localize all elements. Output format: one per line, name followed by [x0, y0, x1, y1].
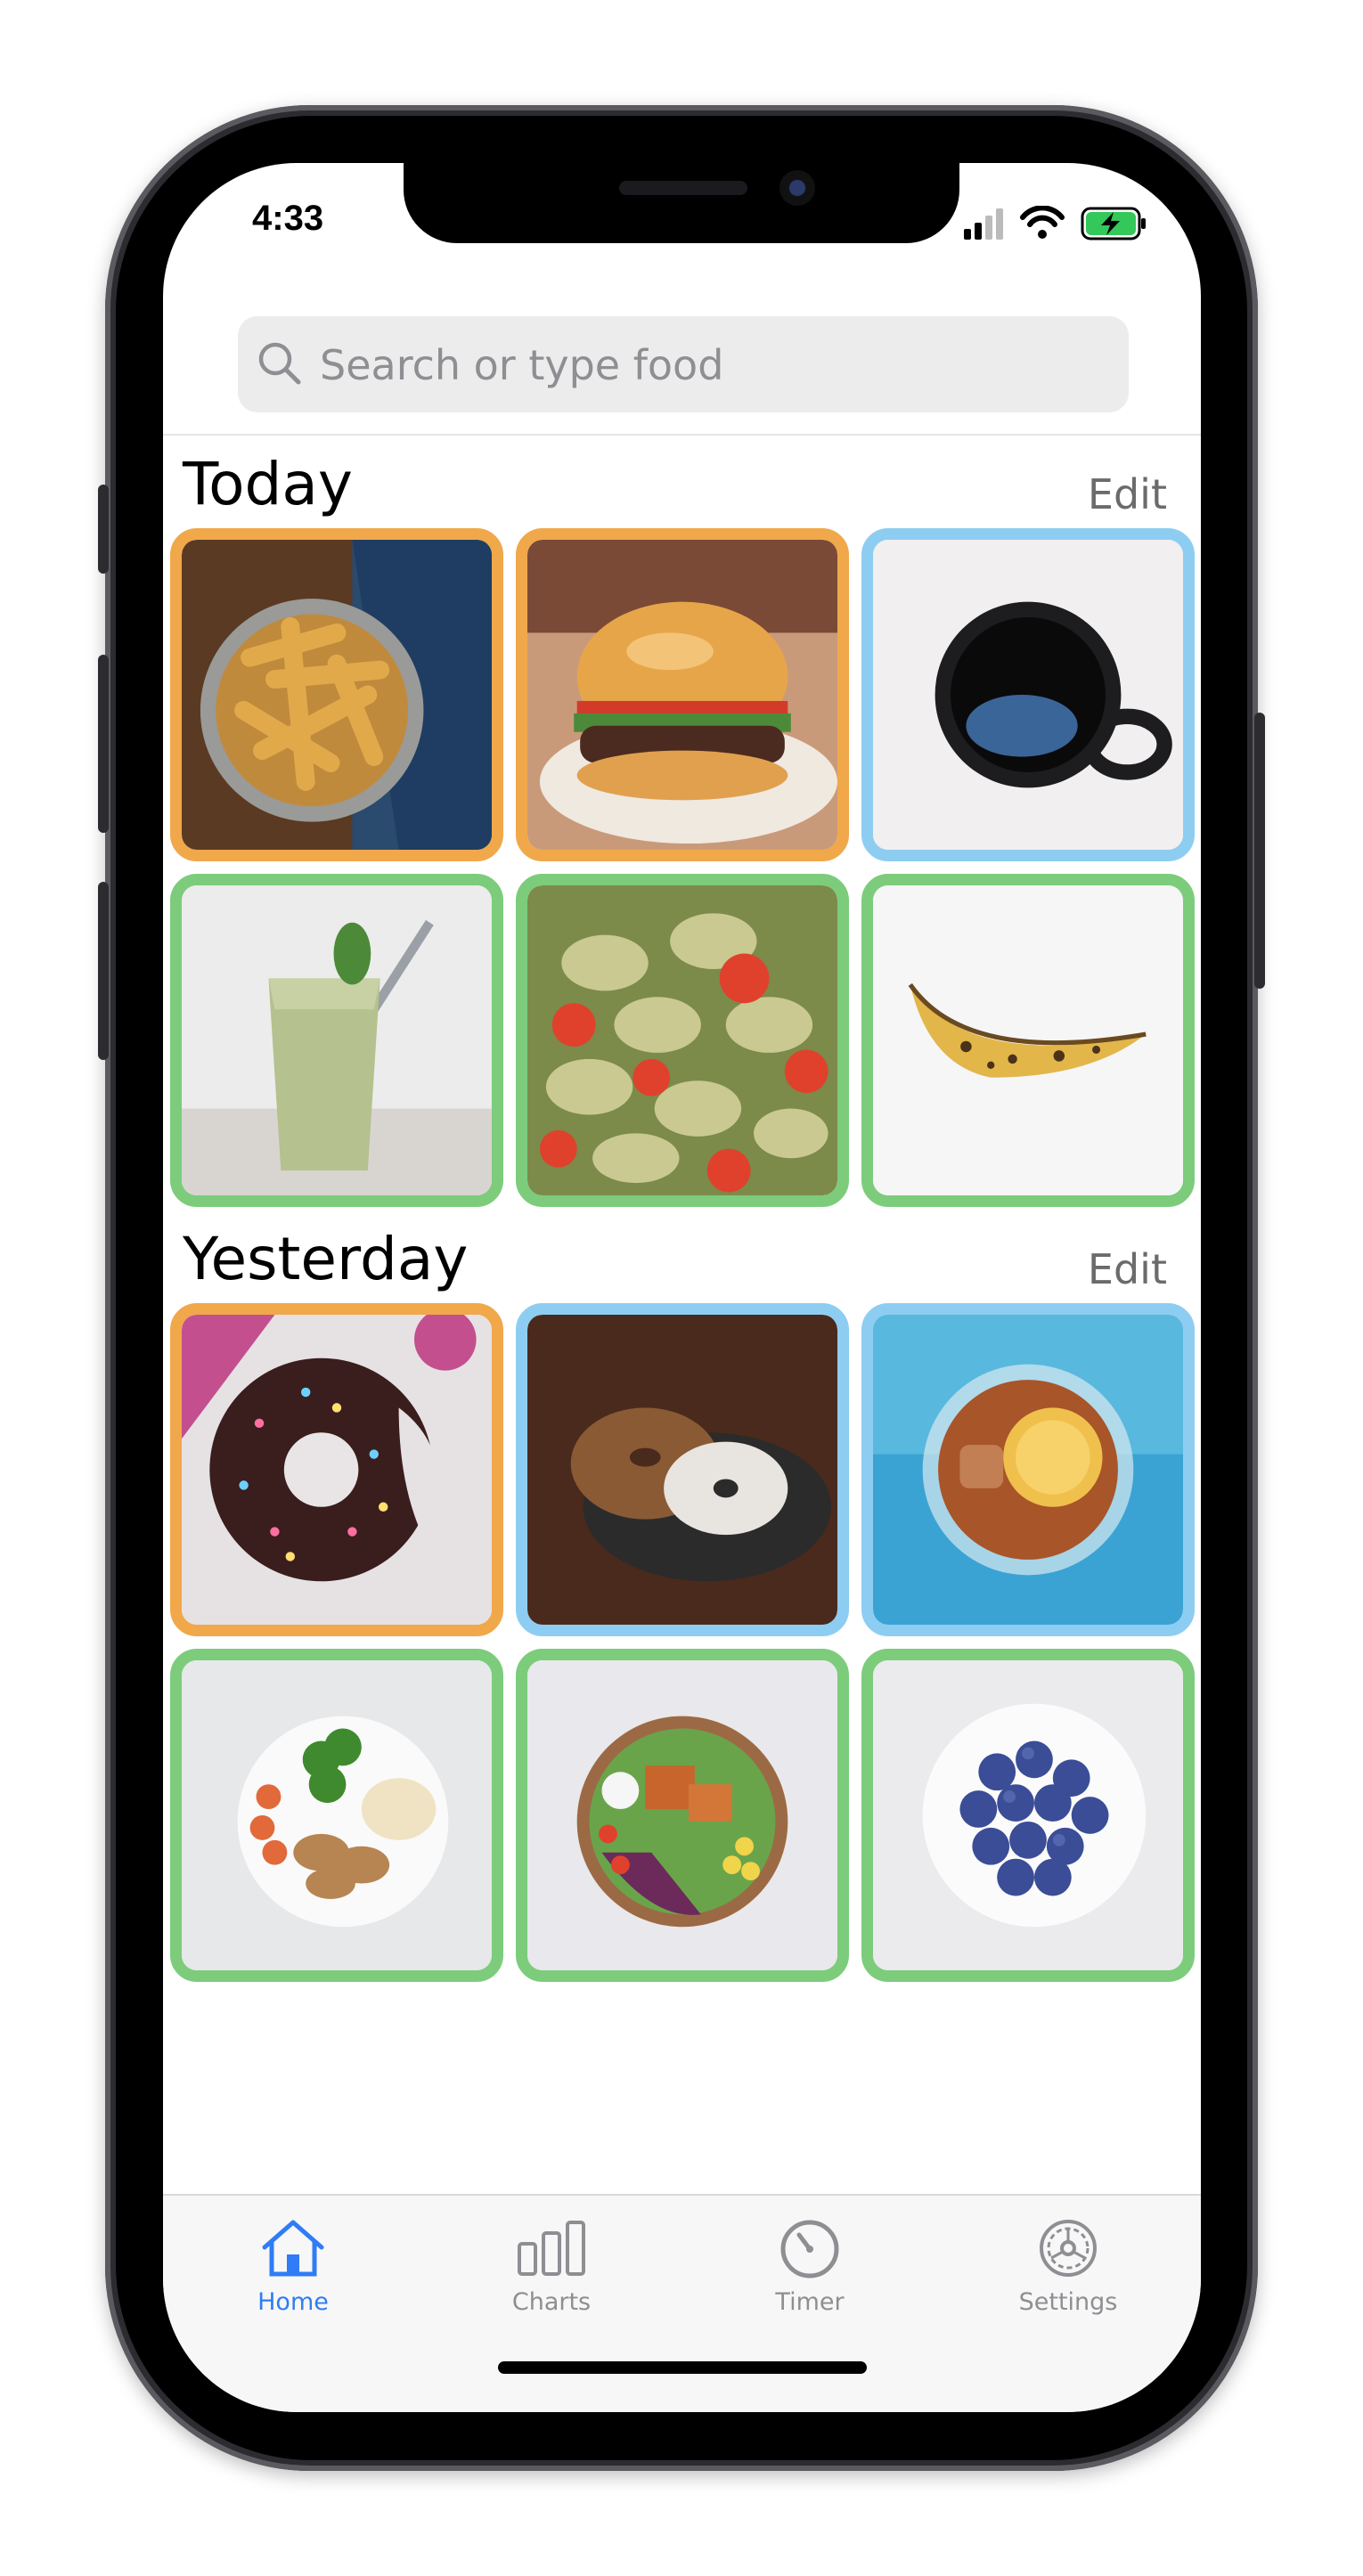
cellular-signal-icon	[964, 208, 1003, 240]
food-tile[interactable]	[170, 1649, 503, 1982]
status-icons	[964, 206, 1146, 240]
iced-tea-photo	[873, 1315, 1183, 1625]
settings-icon	[1040, 2220, 1097, 2277]
burger-photo	[527, 540, 837, 850]
salad-bowl-photo	[527, 1660, 837, 1970]
tab-home-label: Home	[257, 2288, 329, 2316]
volume-down-button	[98, 882, 109, 1060]
section-title-yesterday: Yesterday	[183, 1225, 469, 1293]
search-icon	[258, 342, 301, 385]
banana-photo	[873, 885, 1183, 1195]
food-tile[interactable]	[170, 528, 503, 861]
search-input[interactable]: Search or type food	[320, 341, 723, 389]
tab-settings[interactable]: Settings	[979, 2217, 1157, 2316]
tab-charts[interactable]: Charts	[462, 2217, 641, 2316]
device-notch	[404, 163, 959, 243]
tab-charts-label: Charts	[511, 2288, 592, 2316]
home-icon	[262, 2220, 324, 2277]
charts-icon	[518, 2221, 585, 2276]
smoothie-photo	[182, 885, 492, 1195]
donut-photo	[182, 1315, 492, 1625]
yesterday-food-grid	[170, 1303, 1195, 1982]
home-indicator	[498, 2361, 867, 2374]
battery-charging-icon	[1081, 207, 1146, 240]
tab-bar: Home Charts Timer Settings	[163, 2194, 1201, 2412]
status-time: 4:33	[252, 199, 324, 238]
search-bar[interactable]: Search or type food	[238, 316, 1129, 412]
mute-switch	[98, 485, 109, 574]
chicken-plate-photo	[182, 1660, 492, 1970]
today-food-grid	[170, 528, 1195, 1207]
coffee-photo	[873, 540, 1183, 850]
food-tile[interactable]	[861, 1303, 1195, 1636]
food-tile[interactable]	[861, 528, 1195, 861]
food-tile[interactable]	[516, 874, 849, 1207]
app-screen: 4:33 Search or type food Today Edit Yest…	[163, 163, 1201, 2412]
wifi-icon	[1020, 206, 1065, 239]
earpiece-speaker	[619, 181, 747, 195]
edit-today-button[interactable]: Edit	[1088, 470, 1167, 518]
food-tile[interactable]	[170, 874, 503, 1207]
food-tile[interactable]	[516, 1649, 849, 1982]
header-divider	[163, 434, 1201, 436]
tab-timer-label: Timer	[775, 2288, 845, 2316]
fries-photo	[182, 540, 492, 850]
food-tile[interactable]	[170, 1303, 503, 1636]
section-title-today: Today	[183, 450, 353, 518]
power-button	[1254, 713, 1265, 989]
tab-home[interactable]: Home	[204, 2217, 382, 2316]
food-tile[interactable]	[516, 1303, 849, 1636]
food-tile[interactable]	[516, 528, 849, 861]
blueberries-photo	[873, 1660, 1183, 1970]
tab-settings-label: Settings	[1018, 2288, 1118, 2316]
food-tile[interactable]	[861, 874, 1195, 1207]
timer-icon	[780, 2220, 839, 2278]
tab-timer[interactable]: Timer	[721, 2217, 899, 2316]
food-tile[interactable]	[861, 1649, 1195, 1982]
pasta-photo	[527, 885, 837, 1195]
volume-up-button	[98, 655, 109, 833]
bagel-photo	[527, 1315, 837, 1625]
edit-yesterday-button[interactable]: Edit	[1088, 1245, 1167, 1293]
front-camera	[779, 170, 815, 206]
